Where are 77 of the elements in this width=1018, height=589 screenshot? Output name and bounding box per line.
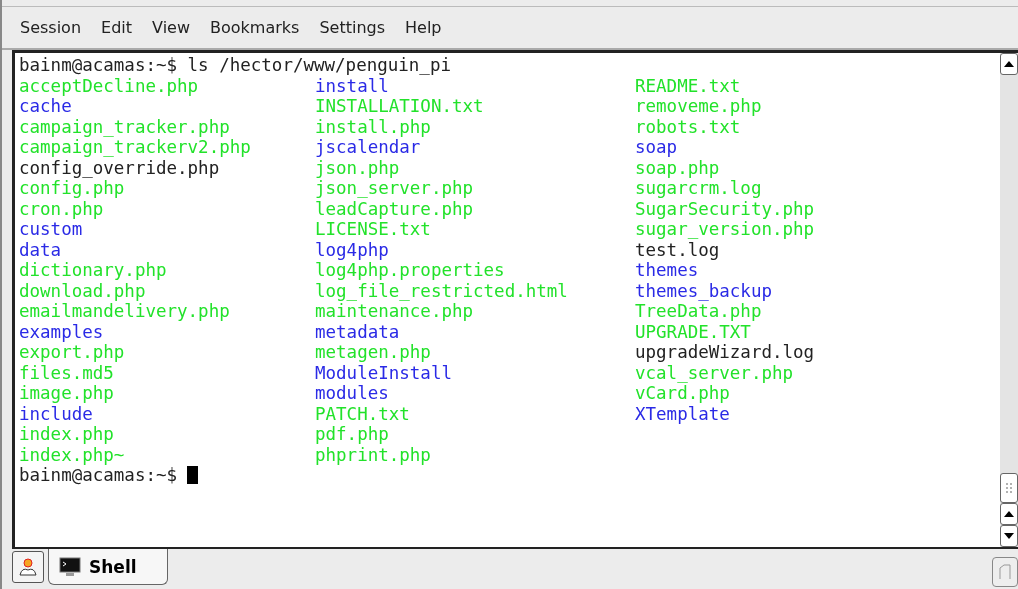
file-name: acceptDecline.php (19, 75, 200, 96)
file-name: campaign_trackerv2.php (19, 137, 252, 158)
file-name: data (19, 239, 63, 260)
file-name: dictionary.php (19, 260, 168, 281)
file-name: robots.txt (635, 116, 742, 137)
file-name: image.php (19, 383, 115, 404)
up-arrow-icon (1004, 61, 1014, 67)
cursor (187, 466, 199, 485)
command-line: bainm@acamas:~$ ls /hector/www/penguin_pi (19, 55, 452, 76)
scroll-up-button[interactable] (1000, 503, 1018, 525)
grip-icon (1005, 482, 1013, 494)
file-name: TreeData.php (635, 301, 763, 322)
prompt: bainm@acamas:~$ (19, 465, 178, 486)
file-name: INSTALLATION.txt (315, 96, 485, 117)
file-name: sugar_version.php (635, 219, 816, 240)
menu-item[interactable]: Session (10, 18, 92, 37)
file-name: XTemplate (635, 403, 731, 424)
file-name: index.php~ (19, 444, 126, 465)
file-name: config_override.php (19, 157, 221, 178)
menu-item[interactable]: View (142, 18, 200, 37)
file-name: upgradeWizard.log (635, 342, 816, 363)
file-name: themes_backup (635, 280, 773, 301)
file-name: vCard.php (635, 383, 731, 404)
file-name: metagen.php (315, 342, 432, 363)
file-name: vcal_server.php (635, 362, 795, 383)
file-name: modules (315, 383, 390, 404)
file-name: jscalendar (315, 137, 422, 158)
file-name: install.php (315, 116, 432, 137)
file-name: themes (635, 260, 700, 281)
file-name: config.php (19, 178, 126, 199)
file-name: PATCH.txt (315, 403, 411, 424)
file-name: export.php (19, 342, 126, 363)
file-name: maintenance.php (315, 301, 475, 322)
file-name: sugarcrm.log (635, 178, 763, 199)
file-name: soap.php (635, 157, 721, 178)
menu-item[interactable]: Edit (91, 18, 143, 37)
file-name: log_file_restricted.html (315, 280, 569, 301)
file-name: leadCapture.php (315, 198, 475, 219)
file-name: index.php (19, 424, 115, 445)
file-name: examples (19, 321, 105, 342)
file-name: UPGRADE.TXT (635, 321, 752, 342)
up-arrow-icon (1004, 511, 1014, 517)
file-name: download.php (19, 280, 147, 301)
menu-item[interactable]: Settings (309, 18, 395, 37)
file-name: json.php (315, 157, 401, 178)
menu-item[interactable]: Help (395, 18, 452, 37)
file-name: cache (19, 96, 73, 117)
file-name: removeme.php (635, 96, 763, 117)
menu-item[interactable]: Bookmarks (200, 18, 310, 37)
new-session-button[interactable] (12, 551, 44, 583)
session-icon (18, 557, 38, 577)
shell-tab[interactable]: Shell (48, 549, 168, 585)
file-name: SugarSecurity.php (635, 198, 816, 219)
file-name: cron.php (19, 198, 105, 219)
file-name: soap (635, 137, 679, 158)
file-name: log4php (315, 239, 390, 260)
down-arrow-icon (1004, 533, 1014, 539)
file-name: files.md5 (19, 362, 115, 383)
file-name: custom (19, 219, 84, 240)
file-name: LICENSE.txt (315, 219, 432, 240)
file-name: log4php.properties (315, 260, 506, 281)
scroll-up-button[interactable] (1000, 53, 1018, 75)
file-name: README.txt (635, 75, 742, 96)
file-name: phprint.php (315, 444, 432, 465)
file-name: install (315, 75, 390, 96)
file-name: pdf.php (315, 424, 390, 445)
scroll-down-button[interactable] (1000, 525, 1018, 547)
file-name: test.log (635, 239, 721, 260)
file-name: json_server.php (315, 178, 475, 199)
monitor-icon (59, 556, 81, 577)
file-name: metadata (315, 321, 401, 342)
scroll-thumb[interactable] (1000, 473, 1018, 503)
file-name: ModuleInstall (315, 362, 453, 383)
file-name: emailmandelivery.php (19, 301, 231, 322)
file-name: include (19, 403, 94, 424)
file-name: campaign_tracker.php (19, 116, 231, 137)
corner-button[interactable] (992, 557, 1018, 587)
